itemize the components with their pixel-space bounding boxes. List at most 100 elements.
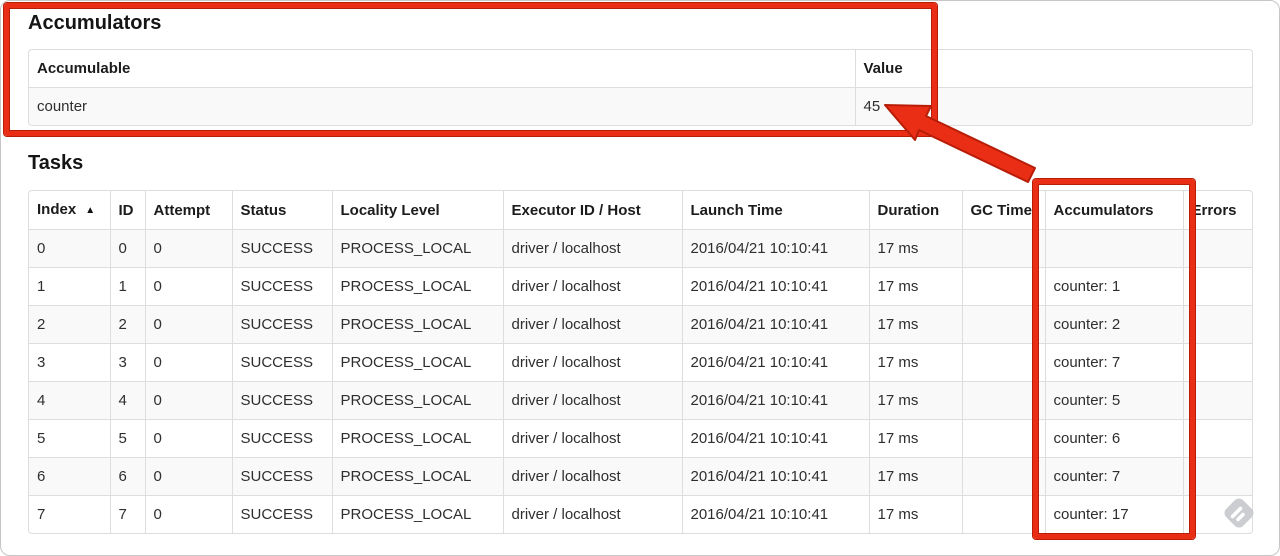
cell-locality: PROCESS_LOCAL <box>332 229 504 268</box>
cell-launch: 2016/04/21 10:10:41 <box>682 381 870 420</box>
header-row: Accumulable Value <box>29 50 1252 88</box>
cell-status: SUCCESS <box>232 457 333 496</box>
cell-index: 3 <box>29 343 111 382</box>
cell-launch: 2016/04/21 10:10:41 <box>682 229 870 268</box>
table-row: 3 3 0 SUCCESS PROCESS_LOCAL driver / localhos… <box>29 343 1252 382</box>
cell-status: SUCCESS <box>232 495 333 533</box>
cell-attempt: 0 <box>145 267 233 306</box>
column-header-executor[interactable]: Executor ID / Host <box>503 191 683 230</box>
cell-executor: driver / localhost <box>503 495 683 533</box>
table-row: counter 45 <box>29 87 1252 125</box>
cell-launch: 2016/04/21 10:10:41 <box>682 495 870 533</box>
cell-accumulators: counter: 2 <box>1045 305 1184 344</box>
column-header-gc[interactable]: GC Time <box>962 191 1046 230</box>
column-header-locality[interactable]: Locality Level <box>332 191 504 230</box>
column-header-index[interactable]: Index ▲ <box>29 191 111 230</box>
cell-id: 2 <box>110 305 146 344</box>
cell-gc <box>962 343 1046 382</box>
cell-duration: 17 ms <box>869 343 963 382</box>
tasks-heading: Tasks <box>28 152 84 174</box>
cell-locality: PROCESS_LOCAL <box>332 419 504 458</box>
cell-executor: driver / localhost <box>503 381 683 420</box>
table-row: 6 6 0 SUCCESS PROCESS_LOCAL driver / localhos… <box>29 457 1252 496</box>
cell-attempt: 0 <box>145 457 233 496</box>
cell-index: 1 <box>29 267 111 306</box>
column-header-launch[interactable]: Launch Time <box>682 191 870 230</box>
cell-locality: PROCESS_LOCAL <box>332 267 504 306</box>
cell-gc <box>962 305 1046 344</box>
cell-gc <box>962 229 1046 268</box>
cell-status: SUCCESS <box>232 229 333 268</box>
cell-launch: 2016/04/21 10:10:41 <box>682 305 870 344</box>
cell-attempt: 0 <box>145 419 233 458</box>
cell-errors <box>1183 343 1252 382</box>
cell-executor: driver / localhost <box>503 419 683 458</box>
cell-attempt: 0 <box>145 229 233 268</box>
cell-executor: driver / localhost <box>503 229 683 268</box>
cell-gc <box>962 267 1046 306</box>
cell-executor: driver / localhost <box>503 457 683 496</box>
column-header-name[interactable]: Accumulable <box>29 50 856 88</box>
table-row: 5 5 0 SUCCESS PROCESS_LOCAL driver / localhos… <box>29 419 1252 458</box>
column-header-id[interactable]: ID <box>110 191 146 230</box>
cell-locality: PROCESS_LOCAL <box>332 457 504 496</box>
cell-errors <box>1183 496 1252 534</box>
cell-gc <box>962 457 1046 496</box>
cell-index: 2 <box>29 305 111 344</box>
cell-index: 6 <box>29 457 111 496</box>
table-row: 2 2 0 SUCCESS PROCESS_LOCAL driver / localhos… <box>29 305 1252 344</box>
cell-errors <box>1183 229 1252 268</box>
header-row: Index ▲ ID Attempt Status Locality Level Execu… <box>29 191 1252 230</box>
cell-id: 1 <box>110 267 146 306</box>
cell-gc <box>962 419 1046 458</box>
cell-attempt: 0 <box>145 305 233 344</box>
cell-gc <box>962 495 1046 533</box>
cell-errors <box>1183 381 1252 420</box>
column-header-errors[interactable]: Errors <box>1183 191 1252 230</box>
cell-duration: 17 ms <box>869 495 963 533</box>
column-header-duration[interactable]: Duration <box>869 191 963 230</box>
cell-status: SUCCESS <box>232 419 333 458</box>
cell-locality: PROCESS_LOCAL <box>332 381 504 420</box>
column-header-status[interactable]: Status <box>232 191 333 230</box>
cell-accumulators <box>1045 229 1184 268</box>
cell-attempt: 0 <box>145 381 233 420</box>
cell-index: 4 <box>29 381 111 420</box>
tasks-table: Index ▲ ID Attempt Status Locality Level Execu… <box>28 190 1253 534</box>
cell-duration: 17 ms <box>869 229 963 268</box>
accumulators-heading: Accumulators <box>28 12 162 34</box>
cell-id: 5 <box>110 419 146 458</box>
cell-status: SUCCESS <box>232 305 333 344</box>
cell-duration: 17 ms <box>869 267 963 306</box>
cell-status: SUCCESS <box>232 343 333 382</box>
table-row: 1 1 0 SUCCESS PROCESS_LOCAL driver / localhos… <box>29 267 1252 306</box>
cell-duration: 17 ms <box>869 381 963 420</box>
cell-accumulators: counter: 17 <box>1045 495 1184 533</box>
table-row: 7 7 0 SUCCESS PROCESS_LOCAL driver / localhos… <box>29 495 1252 534</box>
cell-locality: PROCESS_LOCAL <box>332 305 504 344</box>
cell-errors <box>1183 267 1252 306</box>
cell-executor: driver / localhost <box>503 343 683 382</box>
table-row: 0 0 0 SUCCESS PROCESS_LOCAL driver / localhos… <box>29 229 1252 268</box>
cell-value: 45 <box>863 98 881 115</box>
accumulators-table: Accumulable Value counter 45 <box>28 49 1253 126</box>
table-row: 4 4 0 SUCCESS PROCESS_LOCAL driver / localhos… <box>29 381 1252 420</box>
cell-index: 0 <box>29 229 111 268</box>
cell-status: SUCCESS <box>232 267 333 306</box>
cell-launch: 2016/04/21 10:10:41 <box>682 457 870 496</box>
cell-launch: 2016/04/21 10:10:41 <box>682 419 870 458</box>
cell-name: counter <box>29 87 856 125</box>
column-header-attempt[interactable]: Attempt <box>145 191 233 230</box>
spark-stage-page: Accumulators Accumulable Value counter 45 T… <box>0 0 1280 556</box>
column-header-accumulators[interactable]: Accumulators <box>1045 191 1184 230</box>
cell-launch: 2016/04/21 10:10:41 <box>682 267 870 306</box>
cell-id: 3 <box>110 343 146 382</box>
column-header-value[interactable]: Value <box>855 50 1252 88</box>
cell-locality: PROCESS_LOCAL <box>332 495 504 533</box>
cell-accumulators: counter: 7 <box>1045 457 1184 496</box>
sort-ascending-icon: ▲ <box>85 205 96 216</box>
cell-duration: 17 ms <box>869 419 963 458</box>
cell-id: 7 <box>110 495 146 533</box>
cell-index: 7 <box>29 495 111 533</box>
cell-accumulators: counter: 7 <box>1045 343 1184 382</box>
